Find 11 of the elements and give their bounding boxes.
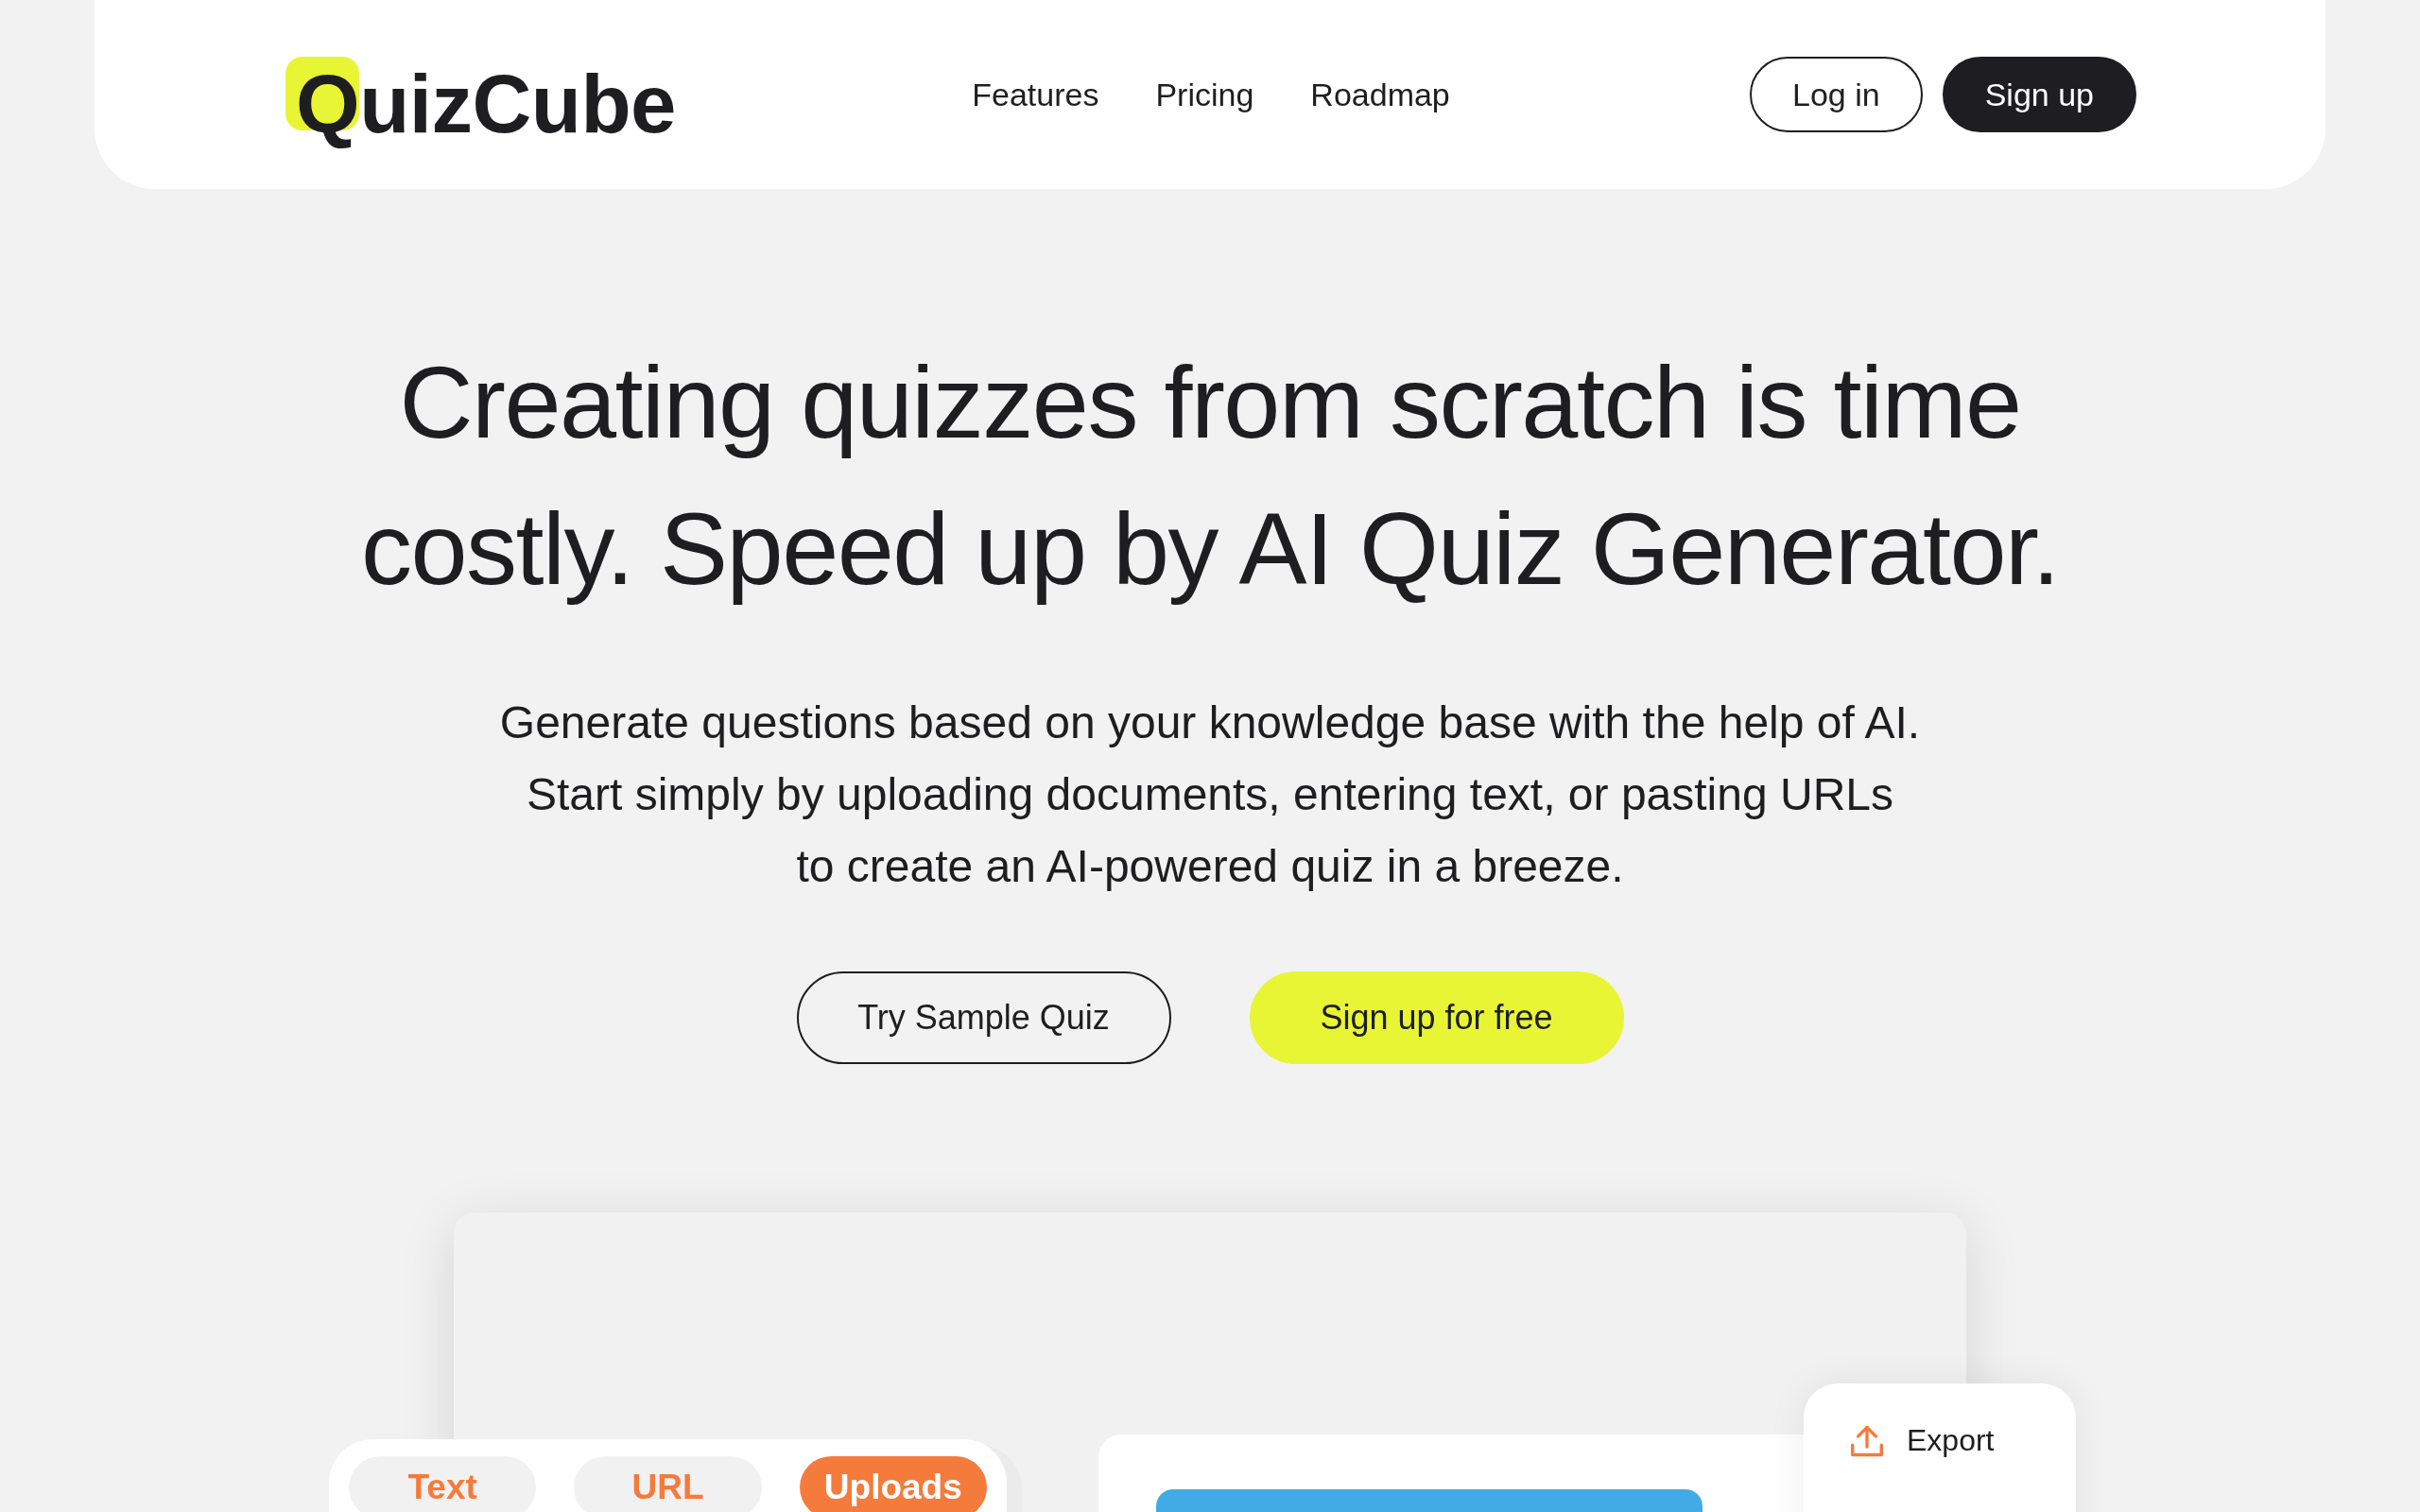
hero-headline: Creating quizzes from scratch is time costly. Speed up by AI Quiz Generator. xyxy=(359,344,2060,608)
sample-quiz-button[interactable]: Try Sample Quiz xyxy=(796,971,1171,1064)
upload-icon xyxy=(1851,1424,1883,1457)
export-item[interactable]: Export xyxy=(1851,1423,1995,1458)
nav-link[interactable]: Roadmap xyxy=(1310,76,1450,113)
hero-description: Generate questions based on your knowledge base with the help of AI. Start simply by uploading documents, entering text, or pasting URLs to create an AI-powered quiz in a breeze. xyxy=(499,696,1921,893)
nav-link[interactable]: Features xyxy=(972,76,1099,113)
signup-button[interactable]: Sign up xyxy=(1942,57,2136,132)
signup-free-button[interactable]: Sign up for free xyxy=(1249,971,1624,1064)
login-button[interactable]: Log in xyxy=(1750,57,1923,132)
nav-link[interactable]: Pricing xyxy=(1155,76,1254,113)
